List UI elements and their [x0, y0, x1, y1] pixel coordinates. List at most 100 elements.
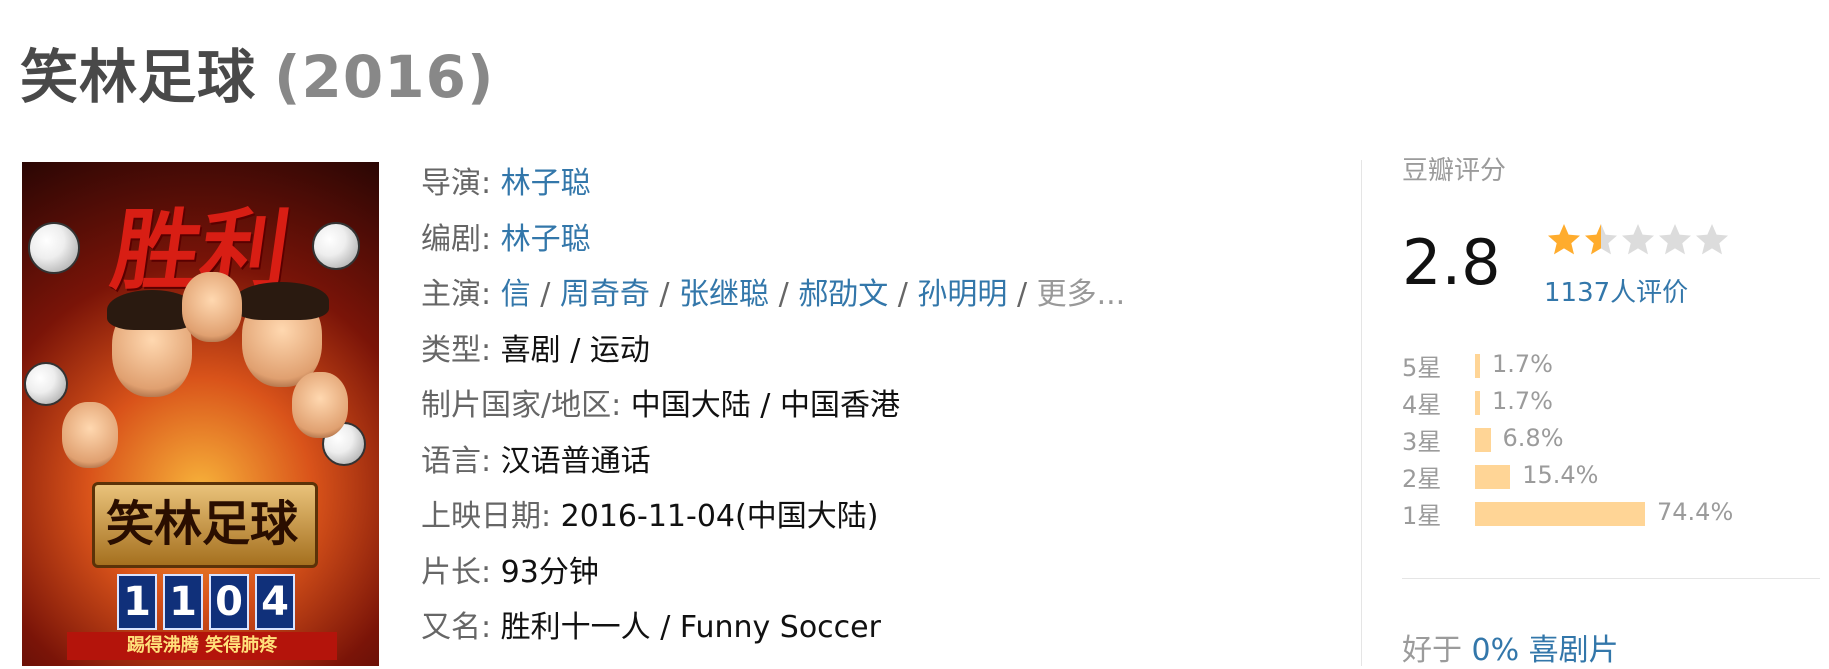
poster-figure	[182, 272, 242, 342]
rating-bar	[1475, 465, 1511, 489]
aka-value: 胜利十一人 / Funny Soccer	[500, 610, 881, 645]
better-than-link[interactable]: 0% 喜剧片	[1472, 633, 1619, 668]
region-value: 中国大陆 / 中国香港	[630, 388, 900, 423]
writer-label: 编剧	[421, 221, 481, 257]
cast-separator: /	[649, 277, 680, 312]
cast-separator: /	[769, 277, 799, 312]
rating-row: 1星 74.4%	[1402, 496, 1822, 533]
rating-row: 4星 1.7%	[1402, 385, 1822, 422]
label-colon: :	[611, 388, 631, 423]
poster-banner: 踢得沸腾 笑得肺疼	[67, 632, 337, 660]
aka-row: 又名: 胜利十一人 / Funny Soccer	[421, 600, 1125, 656]
rating-star-label: 2星	[1402, 465, 1442, 493]
writer-link[interactable]: 林子聪	[501, 222, 591, 257]
genre-row: 类型: 喜剧 / 运动	[421, 323, 1125, 379]
cast-separator: /	[530, 277, 560, 312]
movie-poster[interactable]: 胜利 笑林足球 1 1 0 4 踢得沸腾 笑得肺疼	[22, 162, 379, 666]
runtime-row: 片长: 93分钟	[421, 545, 1125, 601]
rating-percent: 15.4%	[1522, 461, 1599, 489]
director-label: 导演	[421, 166, 481, 201]
rating-distribution: 5星 1.7% 4星 1.7% 3星 6.8% 2星 15.4% 1星 74.4%	[1402, 348, 1822, 533]
label-colon: :	[481, 221, 501, 257]
cast-link[interactable]: 信	[501, 277, 531, 312]
rating-row: 3星 6.8%	[1402, 422, 1822, 459]
poster-figure	[292, 372, 348, 438]
rating-star-label: 1星	[1402, 502, 1442, 530]
rating-bar	[1475, 428, 1491, 452]
release-row: 上映日期: 2016-11-04(中国大陆)	[421, 489, 1125, 545]
movie-title: 笑林足球 (2016)	[20, 30, 494, 114]
runtime-value: 93分钟	[500, 554, 599, 590]
writer-row: 编剧: 林子聪	[421, 212, 1125, 268]
language-value: 汉语普通话	[500, 443, 651, 479]
poster-figure	[62, 402, 118, 468]
director-row: 导演: 林子聪	[421, 156, 1125, 212]
genre-value: 喜剧 / 运动	[500, 332, 650, 368]
label-colon: :	[481, 554, 501, 590]
director-link[interactable]: 林子聪	[501, 166, 591, 201]
poster-title: 笑林足球	[105, 496, 298, 552]
star-icon	[1657, 222, 1693, 258]
poster-digit: 1	[117, 574, 157, 630]
region-row: 制片国家/地区: 中国大陆 / 中国香港	[421, 378, 1125, 434]
label-colon: :	[481, 166, 501, 201]
label-colon: :	[541, 499, 561, 534]
cast-separator: /	[1007, 277, 1037, 312]
cast-label: 主演	[421, 277, 481, 312]
better-than-prefix: 好于	[1402, 633, 1462, 668]
votes-link[interactable]: 1137人评价	[1544, 272, 1688, 309]
movie-name: 笑林足球	[20, 43, 257, 111]
rating-percent: 1.7%	[1492, 387, 1553, 415]
rating-star-label: 3星	[1402, 428, 1442, 456]
poster-ball	[312, 222, 360, 270]
rating-stars	[1546, 222, 1730, 258]
cast-separator: /	[888, 277, 918, 312]
rating-star-label: 5星	[1402, 354, 1442, 382]
region-label: 制片国家/地区	[421, 388, 612, 423]
release-label: 上映日期	[421, 499, 541, 534]
cast-link[interactable]: 孙明明	[917, 277, 1007, 312]
better-than: 好于 0% 喜剧片	[1402, 625, 1619, 669]
rating-bar	[1475, 502, 1645, 526]
star-icon	[1620, 222, 1656, 258]
poster-digit: 1	[163, 574, 203, 630]
rating-percent: 74.4%	[1657, 498, 1734, 526]
cast-link[interactable]: 郝劭文	[798, 277, 888, 312]
runtime-label: 片长	[421, 554, 481, 590]
poster-ball	[28, 222, 80, 274]
label-colon: :	[481, 610, 501, 645]
rating-score: 2.8	[1402, 226, 1501, 299]
poster-date: 1 1 0 4	[117, 574, 295, 630]
poster-ball	[24, 362, 68, 406]
poster-figure	[234, 282, 329, 320]
language-label: 语言	[421, 443, 481, 479]
rating-divider	[1402, 578, 1820, 579]
aka-label: 又名	[421, 610, 481, 645]
movie-info: 导演: 林子聪 编剧: 林子聪 主演: 信 / 周奇奇 / 张继聪 / 郝劭文 …	[421, 156, 1125, 656]
rating-row: 2星 15.4%	[1402, 459, 1822, 496]
rating-bar	[1475, 354, 1480, 378]
label-colon: :	[481, 277, 501, 312]
rating-label: 豆瓣评分	[1402, 156, 1507, 186]
cast-row: 主演: 信 / 周奇奇 / 张继聪 / 郝劭文 / 孙明明 / 更多...	[421, 267, 1125, 323]
language-row: 语言: 汉语普通话	[421, 434, 1125, 490]
star-icon	[1694, 222, 1730, 258]
cast-link[interactable]: 周奇奇	[560, 277, 650, 312]
rating-percent: 1.7%	[1492, 350, 1553, 378]
star-icon	[1546, 222, 1582, 258]
rating-panel: 豆瓣评分 2.8 1137人评价 5星 1.7% 4星 1.7% 3星 6.8% 2星 15.…	[1402, 150, 1822, 530]
movie-year: (2016)	[274, 43, 495, 111]
star-icon	[1583, 222, 1619, 258]
cast-link[interactable]: 张继聪	[679, 277, 769, 312]
poster-digit: 4	[255, 574, 295, 630]
rating-bar	[1475, 391, 1480, 415]
label-colon: :	[481, 443, 501, 479]
genre-label: 类型	[421, 332, 481, 368]
rating-star-label: 4星	[1402, 391, 1442, 419]
rating-row: 5星 1.7%	[1402, 348, 1822, 385]
label-colon: :	[481, 332, 501, 368]
release-value: 2016-11-04(中国大陆)	[560, 499, 879, 534]
cast-more-link[interactable]: 更多...	[1037, 277, 1126, 312]
section-divider	[1361, 160, 1362, 666]
poster-digit: 0	[209, 574, 249, 630]
